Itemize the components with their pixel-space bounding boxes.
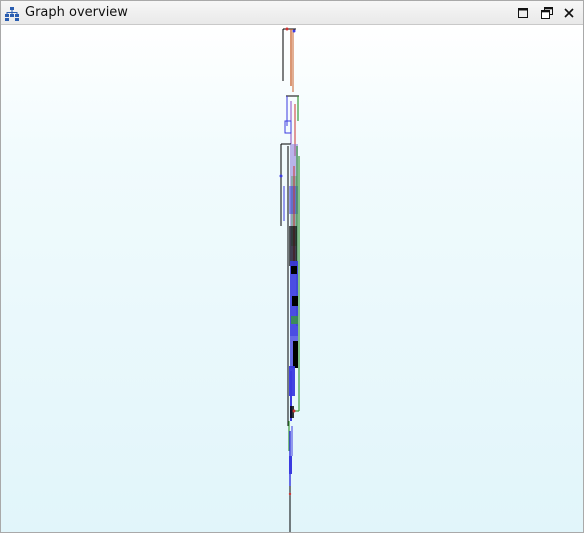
close-button[interactable] <box>561 5 577 21</box>
graph-bottom-tail <box>288 426 293 532</box>
graph-canvas[interactable] <box>1 26 583 532</box>
graph-hierarchy-icon <box>5 6 19 21</box>
graph-dense-cluster <box>287 144 300 451</box>
graph-overview-drawing <box>279 27 300 532</box>
restore-button[interactable] <box>539 5 555 21</box>
close-icon <box>564 8 574 18</box>
window-title: Graph overview <box>25 5 128 20</box>
graph-overview-window: Graph overview <box>0 0 584 533</box>
title-bar[interactable]: Graph overview <box>1 1 583 25</box>
maximize-button[interactable] <box>515 5 531 21</box>
maximize-icon <box>518 8 528 18</box>
restore-icon <box>541 7 553 19</box>
